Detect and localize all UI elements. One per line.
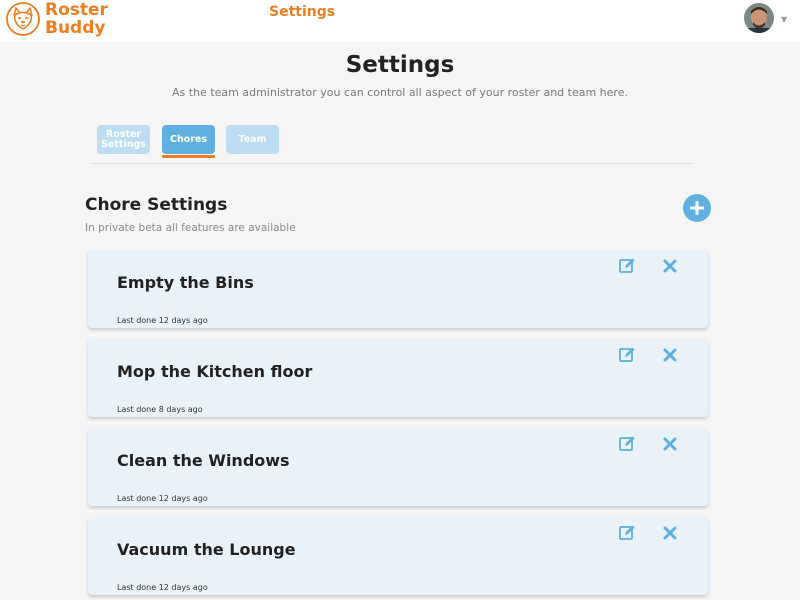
edit-icon bbox=[619, 436, 635, 451]
close-icon bbox=[663, 526, 677, 540]
edit-icon bbox=[619, 525, 635, 540]
dog-logo-icon bbox=[6, 2, 40, 36]
chore-card: Empty the Bins Last done 12 days ago bbox=[88, 250, 708, 328]
section-subtitle: In private beta all features are availab… bbox=[85, 222, 296, 234]
avatar-photo bbox=[744, 3, 774, 33]
delete-chore-button[interactable] bbox=[661, 524, 679, 542]
chore-name: Empty the Bins bbox=[117, 273, 254, 292]
chore-card: Vacuum the Lounge Last done 12 days ago bbox=[88, 517, 708, 595]
close-icon bbox=[663, 437, 677, 451]
edit-chore-button[interactable] bbox=[618, 524, 636, 542]
logo-line-1: Roster bbox=[45, 0, 108, 20]
close-icon bbox=[663, 348, 677, 362]
delete-chore-button[interactable] bbox=[661, 346, 679, 364]
tab-team[interactable]: Team bbox=[226, 125, 279, 154]
chore-last-done: Last done 12 days ago bbox=[117, 316, 208, 325]
delete-chore-button[interactable] bbox=[661, 435, 679, 453]
add-chore-button[interactable] bbox=[683, 194, 711, 222]
chore-name: Vacuum the Lounge bbox=[117, 540, 296, 559]
nav-settings-link[interactable]: Settings bbox=[269, 4, 335, 20]
chore-name: Mop the Kitchen floor bbox=[117, 362, 313, 381]
edit-chore-button[interactable] bbox=[618, 257, 636, 275]
chore-last-done: Last done 12 days ago bbox=[117, 494, 208, 503]
section-title: Chore Settings bbox=[85, 195, 228, 215]
tab-roster-settings[interactable]: Roster Settings bbox=[97, 125, 150, 154]
chore-list: Empty the Bins Last done 12 days ago Mop… bbox=[88, 250, 708, 600]
edit-icon bbox=[619, 347, 635, 362]
caret-down-icon[interactable]: ▼ bbox=[781, 15, 787, 24]
page-subtitle: As the team administrator you can contro… bbox=[172, 86, 628, 99]
chore-name: Clean the Windows bbox=[117, 451, 290, 470]
tabs-divider bbox=[90, 163, 694, 164]
chore-last-done: Last done 12 days ago bbox=[117, 583, 208, 592]
chore-last-done: Last done 8 days ago bbox=[117, 405, 203, 414]
top-bar: Roster Buddy Settings ▼ bbox=[0, 0, 800, 42]
chore-card: Mop the Kitchen floor Last done 8 days a… bbox=[88, 339, 708, 417]
tab-chores[interactable]: Chores bbox=[162, 125, 215, 154]
plus-icon bbox=[690, 201, 704, 215]
logo-wordmark: Roster Buddy bbox=[45, 1, 108, 37]
edit-chore-button[interactable] bbox=[618, 435, 636, 453]
page-title: Settings bbox=[345, 52, 455, 78]
active-tab-indicator bbox=[162, 155, 215, 158]
user-avatar[interactable] bbox=[744, 3, 774, 33]
close-icon bbox=[663, 259, 677, 273]
chore-card: Clean the Windows Last done 12 days ago bbox=[88, 428, 708, 506]
delete-chore-button[interactable] bbox=[661, 257, 679, 275]
edit-icon bbox=[619, 258, 635, 273]
edit-chore-button[interactable] bbox=[618, 346, 636, 364]
logo-line-2: Buddy bbox=[45, 18, 106, 38]
app-logo[interactable]: Roster Buddy bbox=[5, 1, 108, 37]
